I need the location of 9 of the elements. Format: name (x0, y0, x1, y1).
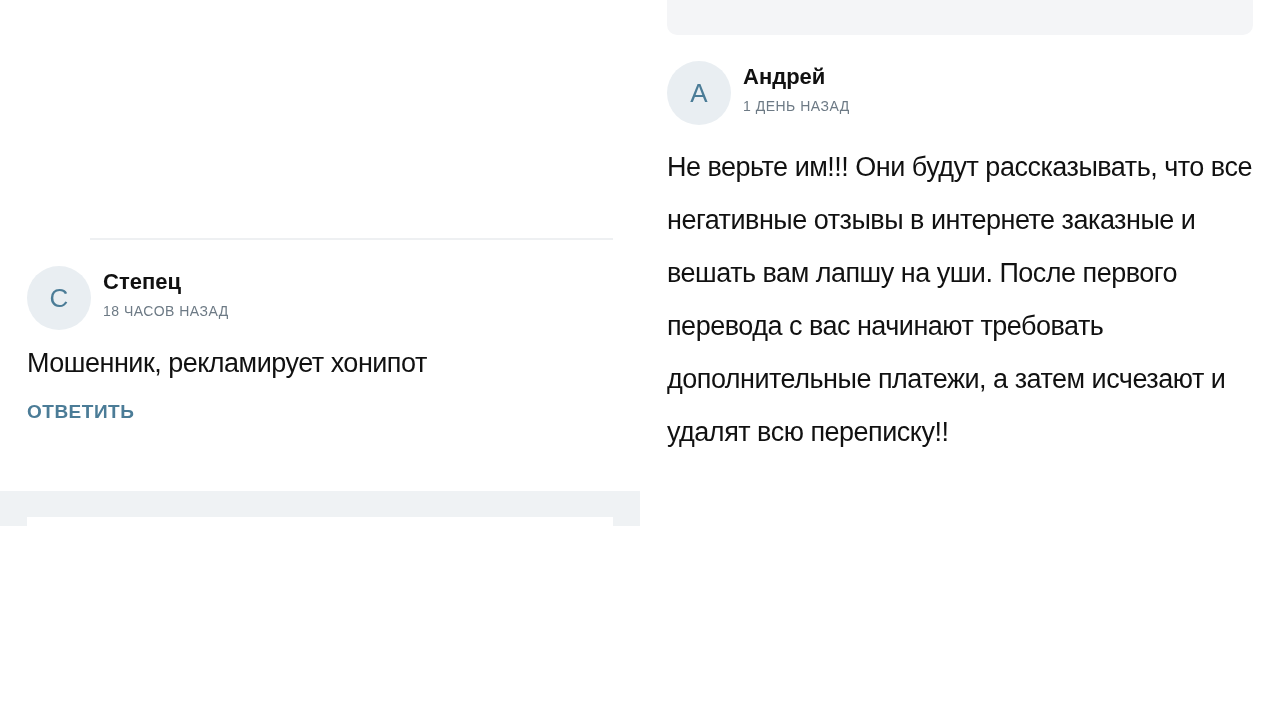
author-name: Андрей (743, 64, 827, 90)
comment-text: Мошенник, рекламирует хонипот (27, 348, 428, 379)
reply-link[interactable]: ОТВЕТИТЬ (27, 401, 135, 423)
avatar: С (27, 266, 91, 330)
comment-time: 1 ДЕНЬ НАЗАД (743, 98, 850, 114)
author-name: Степец (103, 269, 182, 295)
avatar: А (667, 61, 731, 125)
comment-text: Не верьте им!!! Они будут рассказывать, что все негативные отзывы в интернете заказные и вешать вам лапшу на уши. После первого перевода с вас начинают требовать дополнительные платежи, а затем исчезают и удалят всю переписку!! (667, 151, 1253, 449)
comment-time: 18 ЧАСОВ НАЗАД (103, 303, 229, 319)
